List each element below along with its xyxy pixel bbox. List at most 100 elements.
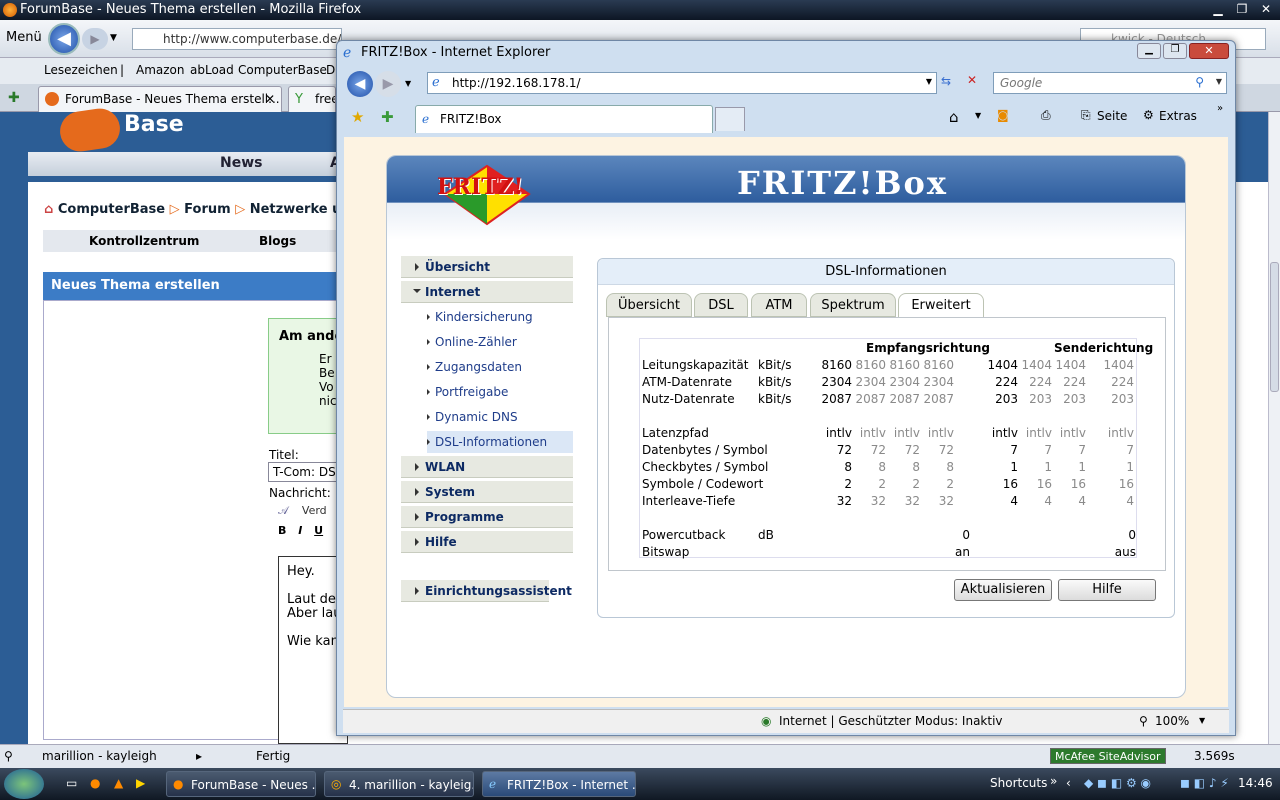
ie-new-tab[interactable]	[715, 107, 745, 131]
zoom-dropdown-icon[interactable]: ▼	[1199, 716, 1205, 725]
minimize-icon[interactable]: ▁	[1208, 1, 1228, 17]
extras-menu[interactable]: Extras	[1159, 109, 1197, 123]
page-menu[interactable]: Seite	[1097, 109, 1127, 123]
new-tab-icon[interactable]: ✚	[8, 90, 26, 106]
tx-value: 1	[1126, 460, 1134, 474]
tab-spektrum[interactable]: Spektrum	[810, 293, 896, 317]
help-button[interactable]: Hilfe	[1058, 579, 1156, 601]
feeds-icon[interactable]: ◙	[997, 108, 1009, 122]
bookmark-computerbase[interactable]: ComputerBase	[238, 63, 327, 77]
start-button[interactable]	[4, 769, 44, 799]
play-icon[interactable]: ▸	[196, 749, 202, 763]
maximize-icon[interactable]: ❐	[1232, 1, 1252, 17]
tx-value: 4	[1126, 494, 1134, 508]
breadcrumb-forum[interactable]: Forum	[184, 202, 231, 217]
stop-icon[interactable]: ✕	[967, 73, 977, 87]
home-icon[interactable]: ⌂	[949, 108, 959, 126]
submenu-online-zaehler[interactable]: Online-Zähler	[427, 331, 573, 353]
submenu-kindersicherung[interactable]: Kindersicherung	[427, 306, 573, 328]
close-icon[interactable]: ✕	[1256, 1, 1276, 17]
taskbar-button-forumbase[interactable]: ● ForumBase - Neues ...	[166, 771, 316, 797]
ie-search-input[interactable]: Google ⚲ ▼	[993, 72, 1227, 94]
taskbar-button-marillion[interactable]: ◎ 4. marillion - kayleig...	[324, 771, 474, 797]
bookmark-abload[interactable]: abLoad	[190, 63, 234, 77]
ie-search-icon[interactable]: ⚲	[1195, 75, 1204, 89]
mcafee-badge[interactable]: McAfee SiteAdvisor	[1050, 748, 1166, 764]
bookmark-amazon[interactable]: Amazon	[136, 63, 185, 77]
vlc-icon[interactable]: ▲	[114, 776, 123, 790]
ie-tab-fritzbox[interactable]: ℯ FRITZ!Box	[415, 105, 713, 133]
menu-einrichtungsassistent[interactable]: Einrichtungsassistent	[401, 580, 572, 602]
taskbar-button-fritzbox[interactable]: ℯ FRITZ!Box - Internet ...	[482, 771, 636, 797]
shortcuts-toolbar[interactable]: Shortcuts	[990, 776, 1047, 790]
system-tray-icons[interactable]: ◼ ◧ ♪ ⚡	[1180, 776, 1229, 790]
ie-forward-icon[interactable]: ▶	[375, 71, 401, 97]
tab-close-icon[interactable]: ✕	[265, 92, 275, 106]
chevron-icon[interactable]: »	[1217, 103, 1223, 114]
firefox-quicklaunch-icon[interactable]: ●	[90, 776, 100, 790]
tx-value: 1404	[1103, 358, 1134, 372]
bookmarks-menu[interactable]: Lesezeichen	[44, 63, 118, 77]
favorites-star-icon[interactable]: ★	[351, 108, 364, 126]
print-icon[interactable]: ⎙	[1041, 108, 1051, 123]
taskbar: ▭ ● ▲ ▶ ● ForumBase - Neues ... ◎ 4. maril…	[0, 768, 1280, 800]
menu-hilfe[interactable]: Hilfe	[401, 531, 573, 553]
back-icon[interactable]: ◀	[48, 23, 80, 55]
submenu-dynamic-dns[interactable]: Dynamic DNS	[427, 406, 573, 428]
submenu-dsl-informationen[interactable]: DSL-Informationen	[427, 431, 573, 453]
address-dropdown-icon[interactable]: ▼	[926, 77, 932, 86]
breadcrumb-computerbase[interactable]: ComputerBase	[58, 202, 165, 217]
firefox-tab-forumbase[interactable]: ForumBase - Neues Thema erstell... ✕	[38, 86, 282, 112]
add-favorite-icon[interactable]: ✚	[381, 108, 394, 126]
home-dropdown-icon[interactable]: ▼	[975, 111, 981, 120]
font-select[interactable]: Verd	[302, 504, 327, 517]
menu-programme[interactable]: Programme	[401, 506, 573, 528]
subnav-blogs[interactable]: Blogs	[259, 234, 296, 248]
submenu-zugangsdaten[interactable]: Zugangsdaten	[427, 356, 573, 378]
ie-history-icon[interactable]: ▼	[405, 79, 411, 88]
search-icon[interactable]: ⚲	[4, 749, 13, 763]
tab-dsl[interactable]: DSL	[694, 293, 748, 317]
search-dropdown-icon[interactable]: ▼	[1216, 77, 1222, 86]
security-zone[interactable]: Internet | Geschützter Modus: Inaktiv	[779, 714, 1003, 728]
show-desktop-icon[interactable]: ▭	[66, 776, 77, 790]
ie-close-icon[interactable]: ✕	[1189, 43, 1229, 59]
menu-uebersicht[interactable]: Übersicht	[401, 256, 573, 278]
tray-icons[interactable]: ◆ ◼ ◧ ⚙ ◉	[1084, 776, 1151, 790]
font-icon[interactable]: 𝒜	[278, 504, 288, 517]
submenu-portfreigabe[interactable]: Portfreigabe	[427, 381, 573, 403]
ie-maximize-icon[interactable]: ❐	[1163, 43, 1187, 59]
menu-internet[interactable]: Internet	[401, 281, 573, 303]
fritzbox-page: FRITZ! FRITZ!Box Übersicht Internet Kind…	[386, 155, 1186, 698]
menu-button[interactable]: Menü	[6, 30, 42, 45]
firefox-url-input[interactable]: http://www.computerbase.de/forum/newthre…	[132, 28, 342, 50]
firefox-tab-free[interactable]: Y free	[288, 86, 336, 112]
forward-icon[interactable]: ▶	[82, 28, 108, 50]
tray-left-icon[interactable]: ‹	[1066, 776, 1071, 790]
shortcuts-chevron-icon[interactable]: »	[1050, 774, 1057, 788]
firefox-scrollbar[interactable]	[1268, 112, 1280, 744]
ie-minimize-icon[interactable]: ▁	[1137, 43, 1161, 59]
nav-news[interactable]: News	[220, 155, 262, 171]
menu-system[interactable]: System	[401, 481, 573, 503]
media-icon[interactable]: ▶	[136, 776, 145, 790]
dsl-table: Empfangsrichtung Senderichtung Leitungsk…	[639, 338, 1153, 559]
bookmark-d[interactable]: D	[326, 63, 335, 77]
tab-erweitert[interactable]: Erweitert	[898, 293, 984, 319]
ie-back-icon[interactable]: ◀	[347, 71, 373, 97]
ie-address-input[interactable]: ℯ http://192.168.178.1/ ▼	[427, 72, 937, 94]
refresh-button[interactable]: Aktualisieren	[954, 579, 1052, 601]
bold-icon[interactable]: B	[278, 524, 286, 537]
page-menu-icon[interactable]: ⎘	[1081, 108, 1091, 123]
refresh-icon[interactable]: ⇆	[941, 74, 951, 88]
tab-uebersicht[interactable]: Übersicht	[606, 293, 692, 317]
underline-icon[interactable]: U	[314, 524, 323, 537]
zoom-icon[interactable]: ⚲	[1139, 714, 1148, 728]
history-dropdown-icon[interactable]: ▼	[110, 33, 117, 43]
menu-wlan[interactable]: WLAN	[401, 456, 573, 478]
tab-atm[interactable]: ATM	[751, 293, 807, 317]
zoom-level[interactable]: 100%	[1155, 714, 1189, 728]
subnav-kontrollzentrum[interactable]: Kontrollzentrum	[89, 234, 199, 248]
gear-icon[interactable]: ⚙	[1143, 108, 1154, 122]
italic-icon[interactable]: I	[298, 524, 302, 537]
